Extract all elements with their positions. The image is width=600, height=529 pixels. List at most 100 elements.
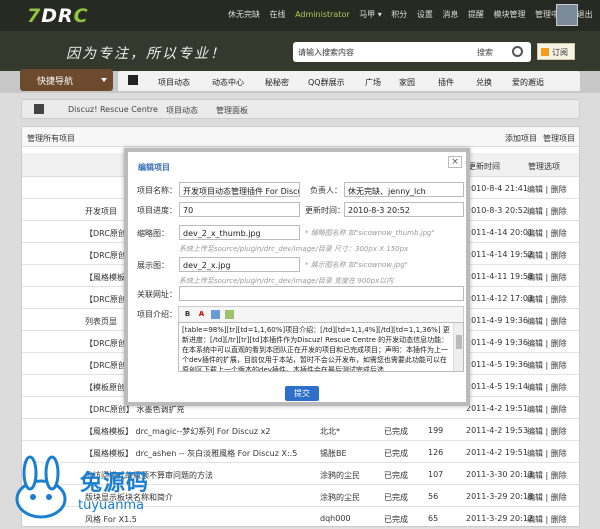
row-status: 已完成: [384, 471, 408, 480]
panel-header: 管理所有项目 添加项目 管理项目: [22, 127, 579, 147]
row-ops[interactable]: 编辑 | 删除: [527, 294, 567, 305]
search-type-select[interactable]: 搜索: [477, 47, 493, 58]
row-date: 2011-3-29 20:18: [466, 492, 533, 501]
thumb-field[interactable]: dev_2_x_thumb.jpg: [179, 225, 300, 240]
tab-item[interactable]: 兑换: [476, 77, 492, 88]
tab-item[interactable]: QQ群展示: [308, 77, 345, 88]
col-ops: 管理选项: [528, 162, 560, 171]
close-icon[interactable]: ×: [448, 156, 462, 168]
owner-label: 负责人：: [310, 186, 342, 195]
owner-field[interactable]: 休无完缺、jenny_lch: [344, 182, 464, 197]
tab-item[interactable]: 动态中心: [212, 77, 244, 88]
add-project-link[interactable]: 添加项目: [505, 133, 537, 144]
row-author: 涂鸦的尘民: [320, 493, 360, 502]
chevron-down-icon: [101, 78, 107, 82]
font-color-icon[interactable]: A: [197, 310, 206, 319]
main-tabs: 项目动态 动态中心 秘秘密 QQ群展示 广场 家园 插件 兑换 爱的邂逅: [118, 71, 580, 91]
user-link[interactable]: 在线: [270, 9, 286, 20]
bold-icon[interactable]: B: [183, 310, 192, 319]
name-label: 项目名称：: [137, 186, 177, 195]
thumb-hint-2: 系统上传至source/plugin/drc_dev/image/目录 尺寸：3…: [179, 245, 409, 253]
submit-button[interactable]: 提交: [285, 386, 319, 401]
update-field[interactable]: 2010-8-3 20:52: [344, 202, 464, 217]
thumb-label: 缩略图：: [137, 229, 169, 238]
user-link[interactable]: 消息: [442, 9, 458, 20]
row-ops[interactable]: 编辑 | 删除: [527, 338, 567, 349]
row-ops[interactable]: 编辑 | 删除: [527, 426, 567, 437]
quick-nav-button[interactable]: 快捷导航: [20, 69, 113, 91]
tab-item[interactable]: 家园: [399, 77, 415, 88]
row-count: 65: [428, 514, 439, 523]
row-date: 2011-3-30 20:13: [466, 470, 533, 479]
row-ops[interactable]: 编辑 | 删除: [527, 382, 567, 393]
tab-item[interactable]: 插件: [438, 77, 454, 88]
row-ops[interactable]: 编辑 | 删除: [527, 360, 567, 371]
image-icon[interactable]: [211, 310, 220, 319]
search-input[interactable]: 请输入搜索内容: [298, 47, 354, 58]
tab-item[interactable]: 广场: [365, 77, 381, 88]
user-nav: 休无完缺 在线 Administrator 马甲 ▾ 积分 设置 消息 提醒 模…: [228, 9, 600, 20]
row-count: 126: [428, 448, 444, 457]
row-status: 已完成: [384, 427, 408, 436]
row-date: 2011-4-2 19:53: [466, 426, 528, 435]
row-ops[interactable]: 编辑 | 删除: [527, 316, 567, 327]
row-count: 56: [428, 492, 439, 501]
site-logo[interactable]: 7DRC: [27, 5, 89, 27]
row-ops[interactable]: 编辑 | 删除: [527, 404, 567, 415]
user-link[interactable]: 退出: [577, 9, 593, 20]
row-ops[interactable]: 编辑 | 删除: [527, 206, 567, 217]
row-ops[interactable]: 编辑 | 删除: [527, 272, 567, 283]
home-icon[interactable]: [128, 75, 138, 85]
progress-field[interactable]: 70: [179, 202, 300, 217]
user-link[interactable]: 马甲 ▾: [359, 9, 382, 20]
thumb-hint: * 缩略图名称 如"sicownow_thumb.jpg": [305, 229, 435, 237]
tab-item[interactable]: 爱的邂逅: [512, 77, 544, 88]
row-date: 2011-3-29 20:12: [466, 514, 533, 523]
search-box[interactable]: 请输入搜索内容 搜索: [293, 42, 531, 62]
show-hint-2: 系统上传至source/plugin/drc_dev/image/目录 宽度在 …: [179, 277, 394, 285]
manage-project-link[interactable]: 管理项目: [543, 133, 575, 144]
breadcrumb-item[interactable]: 项目动态: [166, 105, 198, 116]
tab-item[interactable]: 秘秘密: [265, 77, 289, 88]
link-icon[interactable]: [225, 310, 234, 319]
subscribe-button[interactable]: 订阅: [537, 43, 575, 60]
breadcrumb-item[interactable]: Discuz! Rescue Centre: [68, 105, 158, 114]
intro-textarea[interactable]: [table=98%][tr][td=1,1,60%]项目介绍：[/td][td…: [178, 322, 464, 372]
watermark-cn: 兔源码: [80, 471, 150, 496]
user-link[interactable]: 积分: [391, 9, 407, 20]
row-ops[interactable]: 编辑 | 删除: [527, 470, 567, 481]
progress-label: 项目进度：: [137, 206, 177, 215]
row-author: 北北*: [320, 427, 340, 436]
name-field[interactable]: 开发项目动态管理插件 For Discuz!X: [179, 182, 300, 197]
search-icon[interactable]: [512, 46, 523, 57]
row-date: 2011-4-5 19:36: [466, 360, 528, 369]
dialog-title: 编辑项目: [138, 163, 170, 172]
home-icon[interactable]: [34, 104, 44, 114]
row-date: 2010-8-4 21:41: [466, 184, 528, 193]
tab-item[interactable]: 项目动态: [158, 77, 190, 88]
row-date: 2011-4-2 19:51: [466, 404, 528, 413]
row-date: 2011-4-2 19:51: [466, 448, 528, 457]
url-field[interactable]: [179, 286, 464, 301]
table-row: 【風格模板】 drc_magic--梦幻系列 For Discuz x2 北北* 已…: [22, 419, 579, 441]
row-ops[interactable]: 编辑 | 删除: [527, 448, 567, 459]
user-link[interactable]: Administrator: [295, 10, 350, 19]
user-link[interactable]: 模块管理: [493, 9, 525, 20]
row-ops[interactable]: 编辑 | 删除: [527, 228, 567, 239]
editor-scrollbar[interactable]: [453, 323, 463, 371]
row-ops[interactable]: 编辑 | 删除: [527, 250, 567, 261]
row-ops[interactable]: 编辑 | 删除: [527, 492, 567, 503]
user-link[interactable]: 提醒: [468, 9, 484, 20]
avatar[interactable]: [556, 4, 578, 26]
show-field[interactable]: dev_2_x.jpg: [179, 257, 300, 272]
scroll-thumb[interactable]: [456, 335, 462, 349]
logo-accent: C: [73, 5, 89, 27]
breadcrumb-item: 管理面板: [216, 106, 248, 115]
row-ops[interactable]: 编辑 | 删除: [527, 184, 567, 195]
user-link[interactable]: 设置: [417, 9, 433, 20]
user-link[interactable]: 休无完缺: [228, 9, 260, 20]
logo-main: DR: [41, 5, 74, 27]
rss-icon: [541, 48, 549, 56]
row-author: 涂鸦的尘民: [320, 471, 360, 480]
row-ops[interactable]: 编辑 | 删除: [527, 514, 567, 525]
